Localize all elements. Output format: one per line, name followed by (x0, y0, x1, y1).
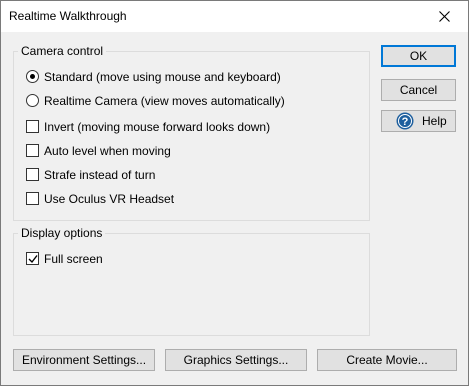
checkbox-full-screen-label: Full screen (44, 252, 103, 266)
radio-realtime-camera-button[interactable] (26, 94, 39, 107)
create-movie-button[interactable]: Create Movie... (317, 349, 457, 371)
help-icon: ? (396, 112, 414, 130)
ok-button[interactable]: OK (381, 45, 456, 67)
checkbox-strafe[interactable]: Strafe instead of turn (26, 167, 326, 183)
radio-standard-label: Standard (move using mouse and keyboard) (44, 70, 281, 84)
checkbox-auto-level-label: Auto level when moving (44, 144, 171, 158)
display-options-label: Display options (18, 226, 106, 240)
window-title: Realtime Walkthrough (9, 9, 127, 23)
radio-standard-button[interactable] (26, 70, 39, 83)
checkbox-full-screen-box[interactable] (26, 252, 39, 265)
checkmark-icon (28, 255, 38, 264)
checkbox-auto-level-box[interactable] (26, 144, 39, 157)
checkbox-oculus-label: Use Oculus VR Headset (44, 192, 175, 206)
display-options-group: Display options Full screen (13, 226, 370, 336)
help-label: Help (422, 114, 447, 128)
radio-realtime-camera[interactable]: Realtime Camera (view moves automaticall… (26, 93, 326, 109)
environment-settings-button[interactable]: Environment Settings... (13, 349, 155, 371)
checkbox-strafe-box[interactable] (26, 168, 39, 181)
checkbox-invert[interactable]: Invert (moving mouse forward looks down) (26, 119, 326, 135)
checkbox-full-screen[interactable]: Full screen (26, 251, 226, 267)
checkbox-auto-level[interactable]: Auto level when moving (26, 143, 326, 159)
radio-standard[interactable]: Standard (move using mouse and keyboard) (26, 69, 326, 85)
close-button[interactable] (422, 1, 468, 32)
camera-control-group: Camera control Standard (move using mous… (13, 44, 370, 221)
svg-text:?: ? (402, 116, 409, 128)
checkbox-strafe-label: Strafe instead of turn (44, 168, 156, 182)
title-bar: Realtime Walkthrough (1, 1, 468, 32)
close-icon (439, 11, 450, 22)
radio-selected-dot (30, 74, 35, 79)
camera-control-label: Camera control (18, 44, 107, 58)
checkbox-oculus-box[interactable] (26, 192, 39, 205)
checkbox-invert-label: Invert (moving mouse forward looks down) (44, 120, 271, 134)
radio-realtime-camera-label: Realtime Camera (view moves automaticall… (44, 94, 285, 108)
graphics-settings-button[interactable]: Graphics Settings... (165, 349, 307, 371)
realtime-walkthrough-dialog: Realtime Walkthrough Camera control Stan… (0, 0, 469, 386)
cancel-button[interactable]: Cancel (381, 79, 456, 101)
checkbox-oculus[interactable]: Use Oculus VR Headset (26, 191, 326, 207)
help-button[interactable]: ? Help (381, 110, 456, 132)
checkbox-invert-box[interactable] (26, 120, 39, 133)
